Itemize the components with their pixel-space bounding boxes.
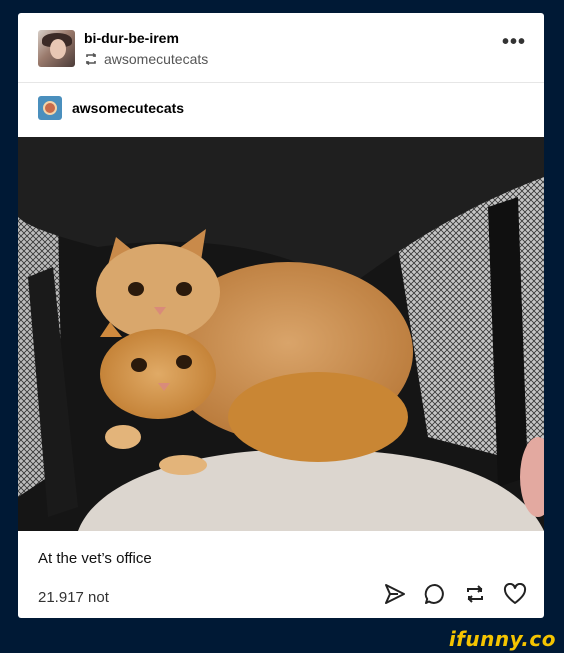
user-avatar[interactable] — [38, 30, 75, 67]
source-row: awsomecutecats — [18, 83, 544, 137]
cat-photo-illustration — [18, 137, 544, 531]
post-card: bi-dur-be-irem awsomecutecats ••• awsome… — [18, 13, 544, 618]
reblog-small-icon — [85, 53, 97, 65]
notes-count[interactable]: 21.917 not — [38, 589, 109, 606]
post-actions — [382, 581, 528, 607]
post-header: bi-dur-be-irem awsomecutecats ••• — [18, 13, 544, 83]
send-icon[interactable] — [382, 581, 408, 607]
post-username[interactable]: bi-dur-be-irem — [84, 30, 179, 46]
comment-icon[interactable] — [422, 581, 448, 607]
heart-icon[interactable] — [502, 581, 528, 607]
reblogged-from: awsomecutecats — [84, 51, 208, 67]
ifunny-watermark: ifunny.co — [448, 627, 556, 651]
reblog-icon[interactable] — [462, 581, 488, 607]
source-name[interactable]: awsomecutecats — [72, 100, 184, 116]
more-horizontal-icon[interactable]: ••• — [502, 32, 526, 52]
source-avatar[interactable] — [38, 96, 62, 120]
post-caption: At the vet’s office — [38, 550, 152, 567]
reblogged-from-name[interactable]: awsomecutecats — [104, 51, 208, 67]
post-photo — [18, 137, 544, 531]
